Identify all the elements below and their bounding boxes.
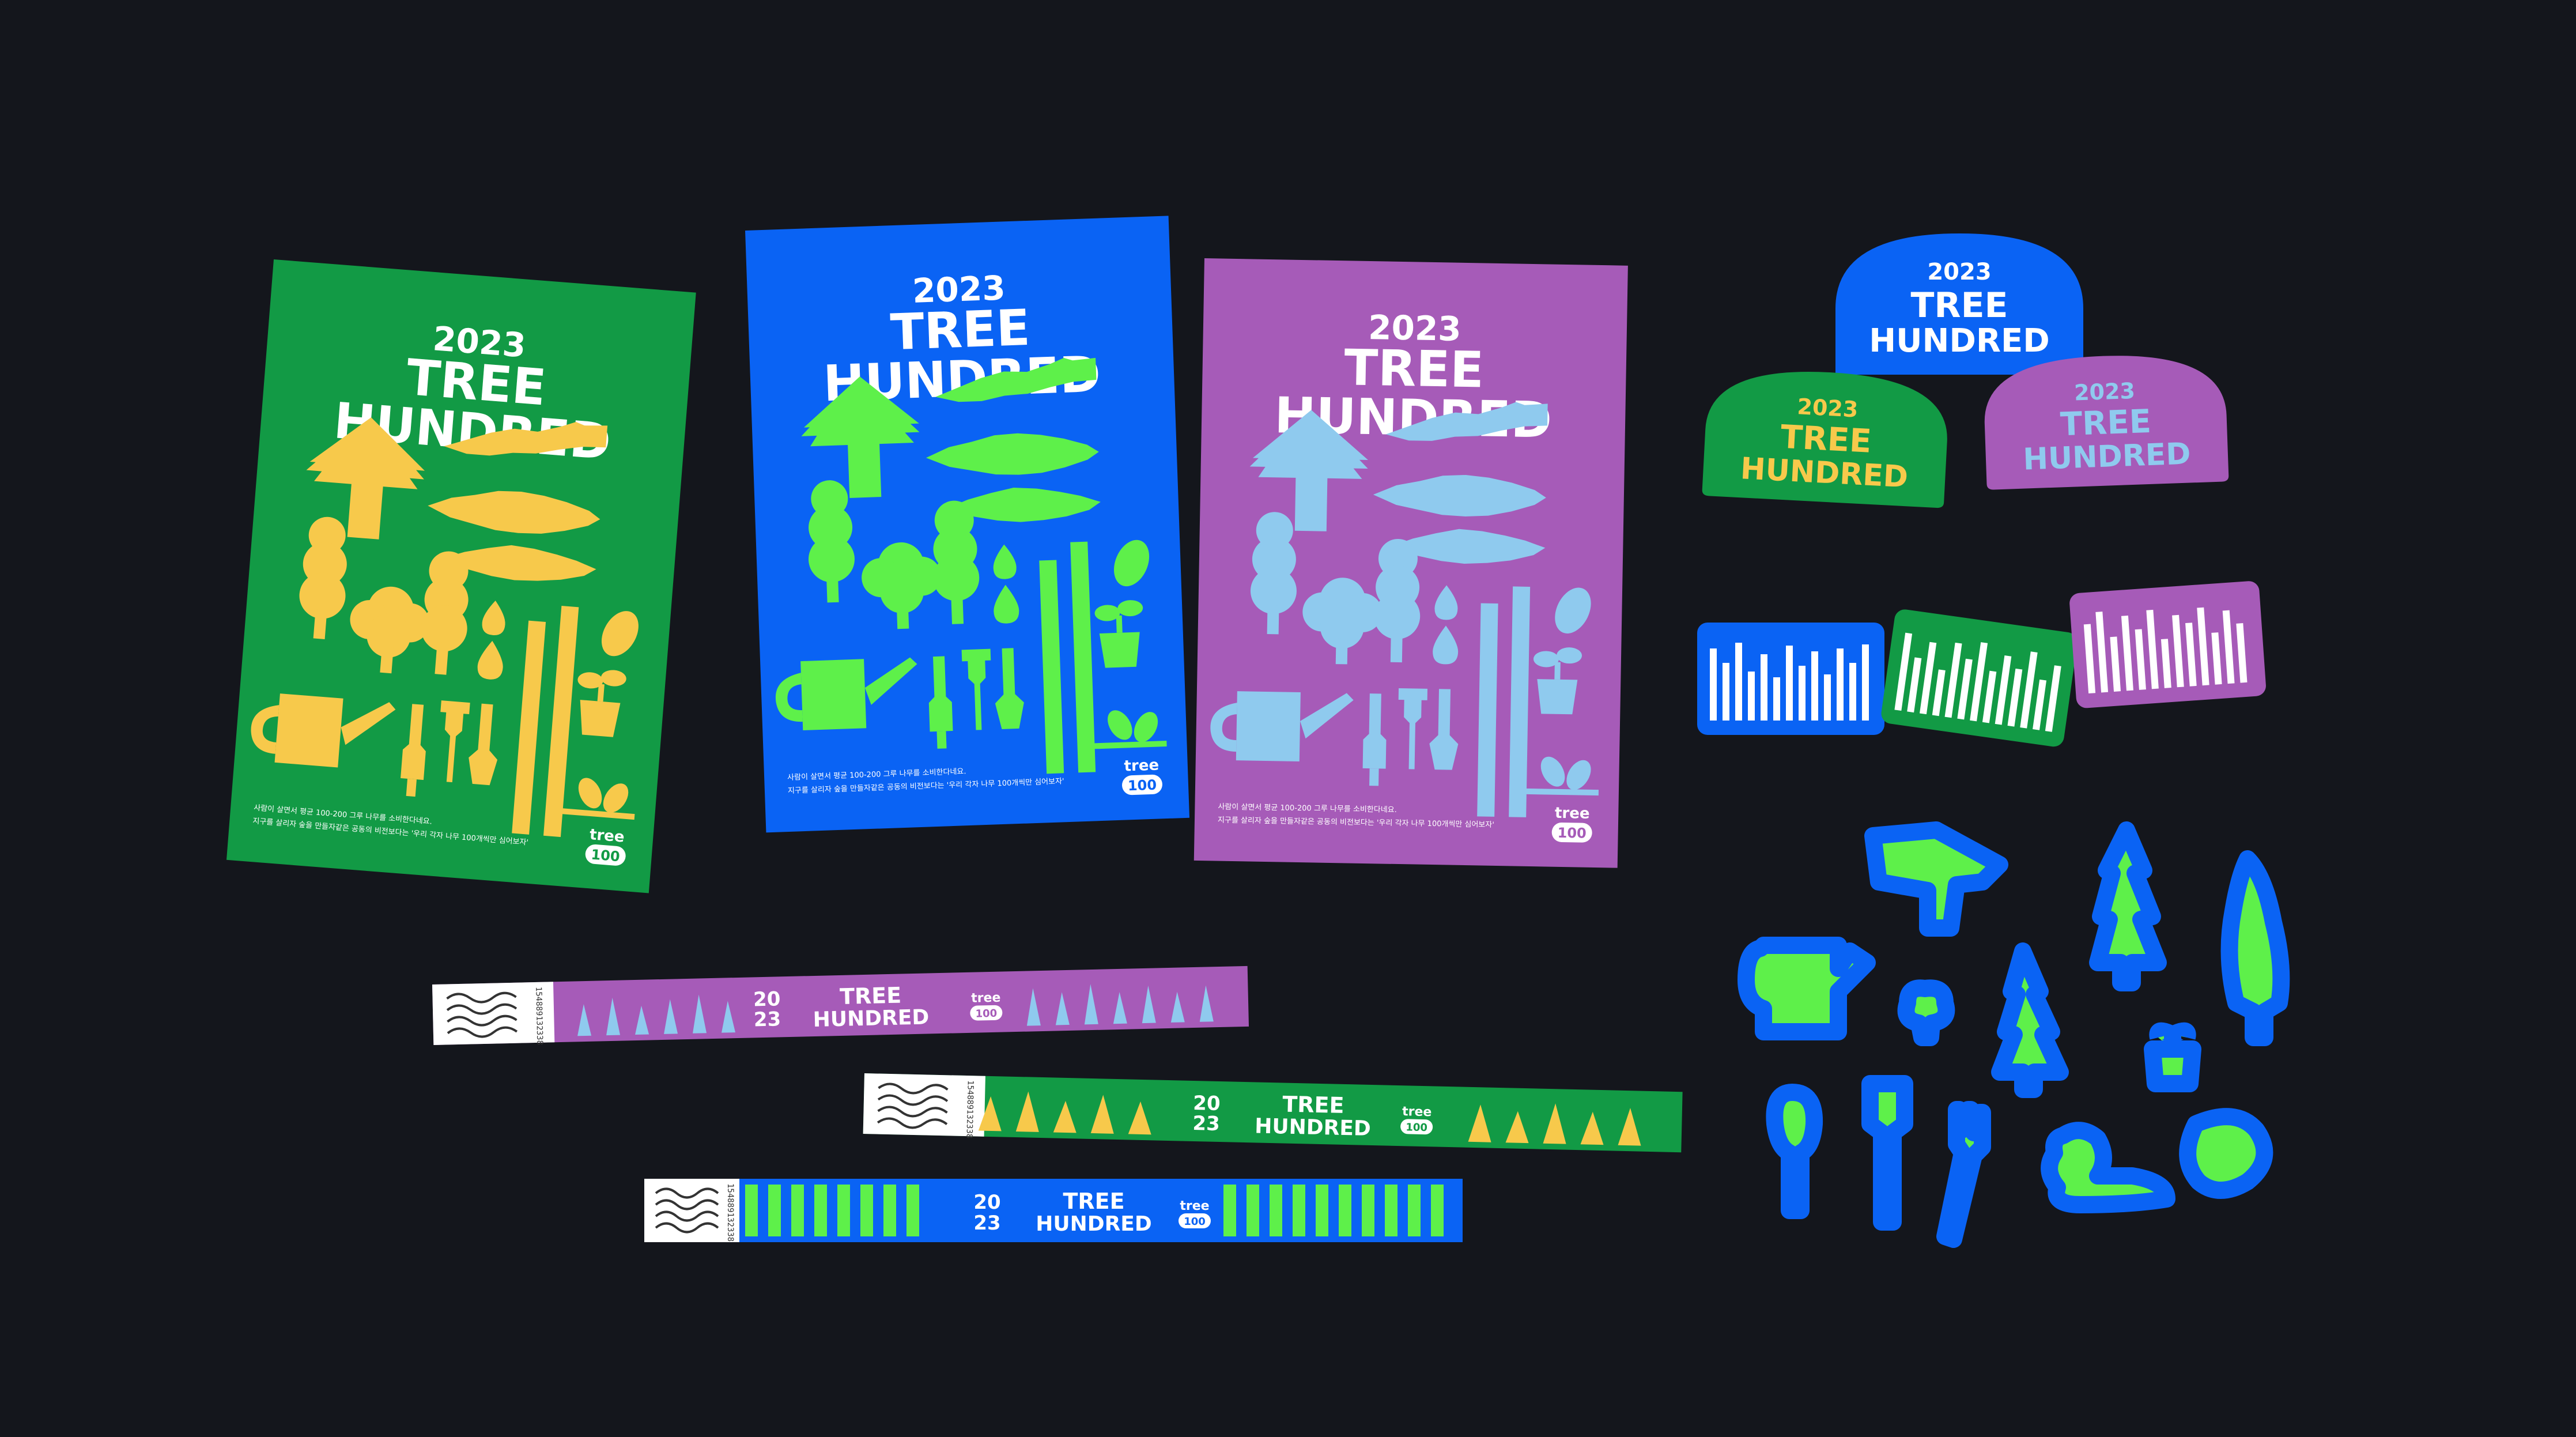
svg-text:HUNDRED: HUNDRED [2022,437,2191,477]
bush-icon [2041,1108,2273,1213]
cypress-icon [2220,850,2290,1046]
svg-text:tree: tree [1402,1104,1432,1119]
shovel-icon [1766,1084,1823,1219]
poster-green: 2023 TREE HUNDRED 사람이 살면서 평균 100-200 그루 … [226,259,696,893]
badge-green: 2023 TREE HUNDRED [1702,372,1947,508]
svg-text:tree: tree [1180,1199,1209,1213]
svg-text:tree: tree [589,826,625,846]
pine-tree-icon [1991,942,2069,1098]
svg-text:tree: tree [1555,805,1590,823]
svg-text:100: 100 [591,846,621,865]
svg-text:TREE: TREE [2060,403,2152,443]
svg-text:HUNDRED: HUNDRED [1255,1114,1371,1141]
fork-icon [1936,1101,1991,1248]
svg-text:HUNDRED: HUNDRED [813,1005,929,1032]
watering-can-icon [1738,937,1876,1040]
svg-text:23: 23 [753,1008,781,1031]
svg-text:23: 23 [1192,1112,1220,1136]
svg-text:23: 23 [973,1212,1000,1235]
wristband-green: 154889132338 20 23 TREE HUNDRED tree 100 [863,1073,1683,1153]
svg-text:100: 100 [1406,1121,1427,1134]
wristband-serial: 154889132338 [726,1183,735,1242]
svg-text:HUNDRED: HUNDRED [1869,322,2050,360]
spade-icon [1861,1075,1913,1231]
seedling-pot-icon [2144,1022,2201,1092]
small-tree-icon [1897,979,1955,1046]
wristband-blue: 154889132338 20 23 TREE HUNDRED tree 100 [644,1179,1463,1242]
svg-text:2023: 2023 [2073,378,2135,406]
poster-purple: 2023 TREE HUNDRED 사람이 살면서 평균 100-200 그루 … [1193,258,1628,868]
badge-blue: 2023 TREE HUNDRED [1835,233,2083,378]
svg-text:TREE: TREE [1063,1189,1124,1214]
wristband-serial: 154889132338 [534,987,544,1045]
svg-text:tree: tree [971,991,1001,1006]
bar-sticker-blue [1697,623,1884,735]
svg-text:100: 100 [1127,777,1157,794]
house-tree-icon [1864,821,2008,937]
svg-text:100: 100 [1184,1216,1206,1228]
svg-text:100: 100 [1557,825,1587,842]
svg-text:TREE: TREE [840,983,902,1009]
tall-pine-icon [2089,821,2167,991]
svg-text:HUNDRED: HUNDRED [1036,1212,1152,1236]
bar-sticker-purple [2069,581,2266,708]
wristband-serial: 154889132338 [964,1080,975,1138]
badge-purple: 2023 TREE HUNDRED [1984,356,2229,490]
svg-text:TREE: TREE [1910,285,2008,326]
svg-text:20: 20 [973,1191,1000,1214]
svg-text:TREE: TREE [1282,1091,1344,1118]
svg-text:2023: 2023 [1927,259,1991,285]
svg-text:100: 100 [975,1008,997,1020]
svg-text:tree: tree [1124,757,1159,775]
die-cut-stickers [1738,821,2290,1248]
wristband-purple: 154889132338 20 23 TREE HUNDRED tree 100 [432,965,1249,1045]
bar-sticker-green [1881,609,2078,747]
poster-blue: 2023 TREE HUNDRED 사람이 살면서 평균 100-200 그루 … [745,216,1190,833]
mockup-stage: 2023 TREE HUNDRED 사람이 살면서 평균 100-200 그루 … [226,216,2290,1248]
svg-text:2023: 2023 [1797,394,1859,422]
